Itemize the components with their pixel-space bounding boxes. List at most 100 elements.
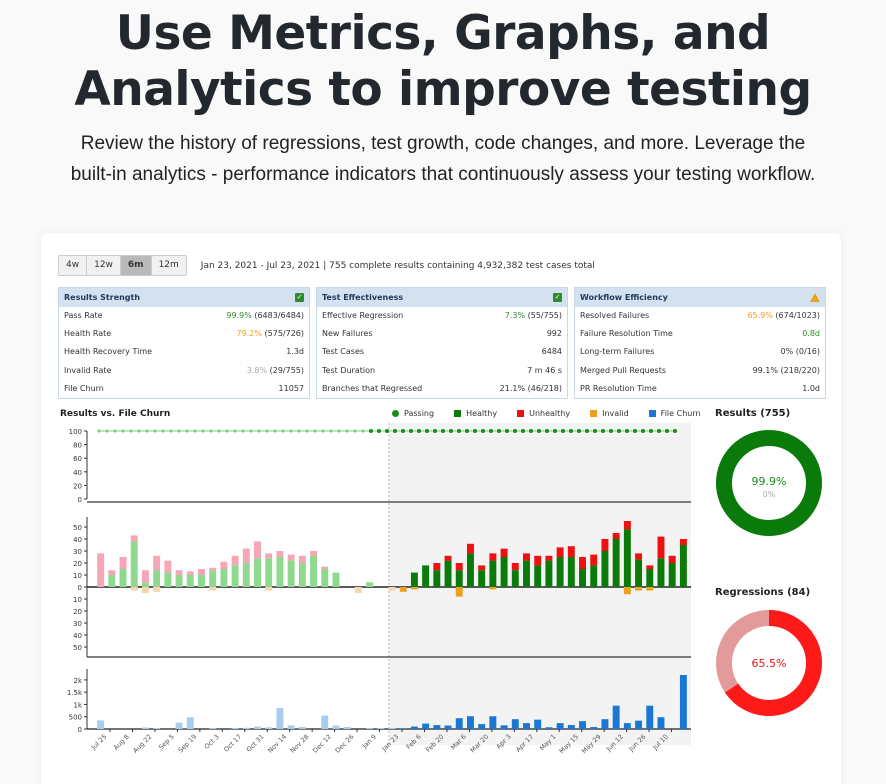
churn-bar (489, 716, 497, 729)
metric-value: 7 m 46 s (527, 365, 562, 375)
legend-swatch (392, 410, 399, 417)
healthy-bar (242, 563, 250, 587)
metric-value: 3.8% (29/755) (246, 365, 304, 375)
y-tick-label: 30 (73, 548, 82, 556)
unhealthy-bar (242, 548, 250, 563)
unhealthy-bar (646, 565, 654, 569)
range-option-12m[interactable]: 12m (151, 256, 186, 275)
healthy-bar (321, 569, 329, 587)
y-tick-label: 40 (73, 469, 82, 477)
passing-point (273, 429, 277, 433)
metric-row: Pass Rate 99.9% (6483/6484) (59, 307, 309, 325)
healthy-bar (500, 557, 508, 587)
unhealthy-bar (601, 539, 609, 551)
y-tick-label: 1.5k (67, 689, 83, 697)
range-option-4w[interactable]: 4w (59, 256, 88, 275)
healthy-bar (635, 559, 643, 587)
metric-row: Health Recovery Time 1.3d (59, 343, 309, 361)
x-tick-label: Aug 22 (131, 733, 153, 755)
passing-point (521, 429, 525, 433)
y-tick-label: 30 (73, 620, 82, 628)
legend-item[interactable]: Unhealthy (517, 409, 570, 418)
passing-point (593, 429, 597, 433)
y-tick-label: 20 (73, 560, 82, 568)
card-rows: Pass Rate 99.9% (6483/6484) Health Rate 79.… (59, 307, 309, 398)
x-tick-label: Jul 25 (89, 733, 108, 752)
passing-point (225, 429, 229, 433)
healthy-bar (366, 582, 374, 587)
y-tick-label: 0 (78, 496, 82, 504)
legend-item[interactable]: Passing (392, 409, 434, 418)
healthy-bar (108, 575, 116, 587)
metric-value: 79.2% (575/726) (236, 329, 304, 339)
unhealthy-bar (511, 563, 519, 571)
unhealthy-bar (612, 533, 620, 539)
regressions-donut: 65.5% (716, 610, 822, 716)
metric-label: Merged Pull Requests (580, 365, 666, 375)
donut-sub-value: 0% (763, 490, 776, 499)
passing-point (265, 429, 269, 433)
passing-point (121, 429, 125, 433)
metric-value: 99.9% (6483/6484) (226, 311, 304, 320)
healthy-bar (523, 560, 530, 587)
churn-bar (343, 727, 351, 729)
donut-center-value: 65.5% (752, 657, 787, 670)
churn-bar (175, 722, 183, 729)
passing-point (177, 429, 181, 433)
passing-point (609, 429, 613, 433)
passing-point (297, 429, 301, 433)
churn-bar (500, 725, 508, 729)
healthy-bar (478, 570, 486, 587)
hero-subtitle: Review the history of regressions, test … (0, 128, 886, 190)
legend-label: Invalid (602, 409, 629, 418)
passing-point (105, 429, 109, 433)
legend-item[interactable]: Invalid (590, 409, 629, 418)
check-icon: ✓ (553, 293, 562, 302)
churn-bar (410, 726, 418, 729)
churn-bar (590, 727, 598, 729)
card-title: Results Strength (64, 293, 141, 302)
legend-item[interactable]: Healthy (454, 409, 497, 418)
passing-point (673, 429, 677, 433)
healthy-bar (332, 572, 340, 587)
unhealthy-bar (298, 555, 306, 563)
card-header: Workflow Efficiency (575, 288, 825, 307)
x-tick-label: Dec 26 (334, 733, 356, 755)
legend-item[interactable]: File Churn (648, 409, 701, 418)
range-option-6m[interactable]: 6m (120, 256, 152, 275)
passing-point (185, 429, 189, 433)
invalid-bar (646, 587, 654, 591)
metric-row: Effective Regression 7.3% (55/755) (317, 307, 567, 325)
metric-value: 21.1% (46/218) (499, 383, 562, 393)
healthy-bar (197, 575, 205, 587)
legend-label: Passing (404, 409, 435, 418)
chart-title: Results vs. File Churn (60, 409, 171, 419)
legend-swatch (517, 410, 525, 417)
passing-point (433, 429, 437, 433)
metric-row: Invalid Rate 3.8% (29/755) (59, 362, 309, 380)
churn-bar (579, 721, 587, 729)
metric-row: Test Duration 7 m 46 s (317, 362, 567, 380)
passing-point (505, 429, 509, 433)
unhealthy-bar (119, 557, 127, 569)
metric-label: PR Resolution Time (580, 383, 657, 393)
churn-bar (298, 727, 306, 729)
passing-point (97, 429, 101, 433)
metric-row: Failure Resolution Time 0.8d (575, 325, 825, 343)
unhealthy-bar (287, 554, 295, 561)
passing-point (489, 429, 493, 433)
unhealthy-bar (276, 551, 284, 557)
healthy-bar (141, 582, 149, 587)
passing-point (569, 429, 573, 433)
passing-point (417, 429, 421, 433)
healthy-bar (433, 570, 441, 587)
passing-point (449, 429, 453, 433)
passing-point (465, 429, 469, 433)
healthy-bar (254, 558, 261, 587)
unhealthy-bar (657, 536, 665, 559)
metric-label: Test Cases (322, 347, 365, 357)
passing-point (249, 429, 253, 433)
range-option-12w[interactable]: 12w (87, 256, 121, 275)
passing-point (145, 429, 149, 433)
passing-point (545, 429, 549, 433)
